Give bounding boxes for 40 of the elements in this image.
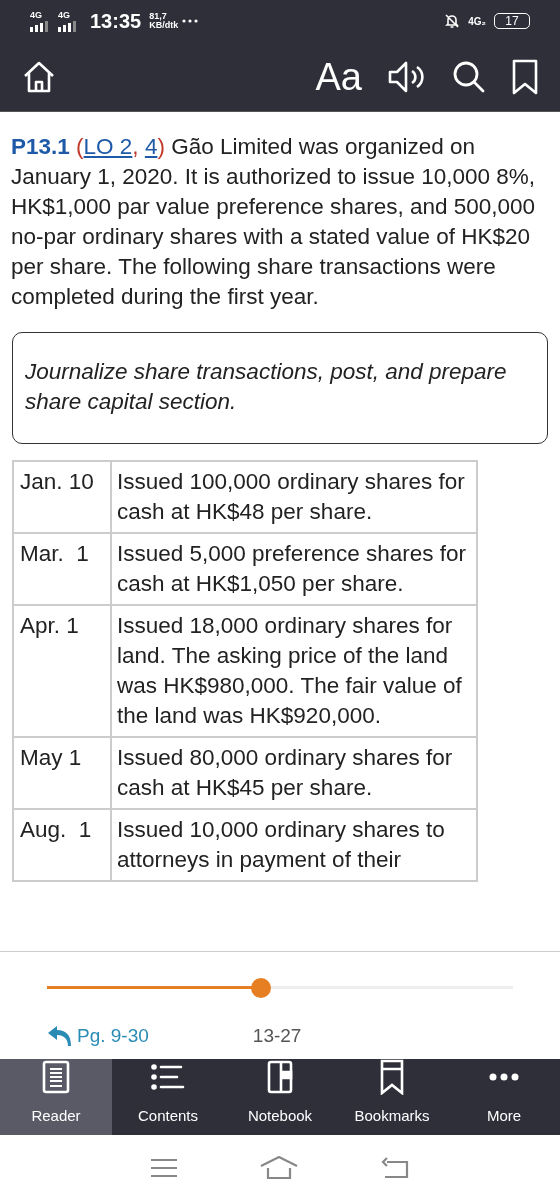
bell-muted-icon [444, 13, 461, 29]
link[interactable]: LO 2 [83, 134, 133, 159]
date-cell: Apr. 1 [13, 605, 111, 737]
page-number: 13-27 [252, 1024, 302, 1048]
more-icon [182, 19, 199, 23]
description-cell: Issued 18,000 ordinary shares for land. The asking price of the land was HK$980,000. The fair value of the land was HK$920,000. [111, 605, 477, 737]
nav-tab[interactable]: Reader [0, 1059, 112, 1135]
speaker-icon[interactable] [388, 59, 426, 94]
back-link[interactable]: Pg. 9-30 [47, 1022, 149, 1051]
task-text: Journalize share transactions, post, and prepare share capital section. [25, 358, 508, 416]
description-cell: Issued 10,000 ordinary shares to attorneys in payment of their [111, 809, 477, 881]
signal-icon [58, 19, 78, 32]
date-cell: Jan. 10 [13, 461, 111, 533]
back-icon[interactable] [380, 1157, 409, 1179]
page-slider[interactable] [47, 978, 513, 998]
description-cell: Issued 100,000 ordinary shares for cash at HK$48 per share. [111, 461, 477, 533]
date-cell: Mar. 1 [13, 533, 111, 605]
more-icon [489, 1072, 519, 1081]
description-cell: Issued 5,000 preference shares for cash at HK$1,050 per share. [111, 533, 477, 605]
speed-unit: KB/dtk [149, 21, 179, 30]
description-cell: Issued 80,000 ordinary shares for cash at HK$45 per share. [111, 737, 477, 809]
network-label: 4G [30, 10, 42, 20]
bookmark-icon[interactable] [512, 58, 538, 95]
document-icon [42, 1059, 70, 1094]
date-cell: Aug. 1 [13, 809, 111, 881]
font-size-button[interactable]: Aa [315, 57, 362, 96]
recents-icon[interactable] [151, 1158, 178, 1178]
battery-icon: 17 [494, 13, 530, 29]
list-icon [151, 1061, 185, 1092]
network-label: 4G₂ [468, 14, 486, 29]
date-cell: May 1 [13, 737, 111, 809]
home-icon[interactable] [22, 59, 56, 94]
network-label: 4G [58, 10, 70, 20]
notebook-icon [267, 1059, 293, 1094]
back-arrow-icon [47, 1025, 73, 1048]
speed-value: 81,7 [149, 12, 167, 21]
search-icon[interactable] [452, 59, 486, 94]
problem-text: P13.1 (LO 2, 4) Gão Limited was organized on January 1, 2020. It is authorized to issue 10,000 8%, HK$1,000 par value preference shares, and 500,000 no-par ordinary shares with a stated value of HK$20 per share. The following share transactions were completed during the first year. [11, 133, 537, 311]
clock: 13:35 [90, 9, 142, 34]
signal-icon [30, 19, 50, 32]
